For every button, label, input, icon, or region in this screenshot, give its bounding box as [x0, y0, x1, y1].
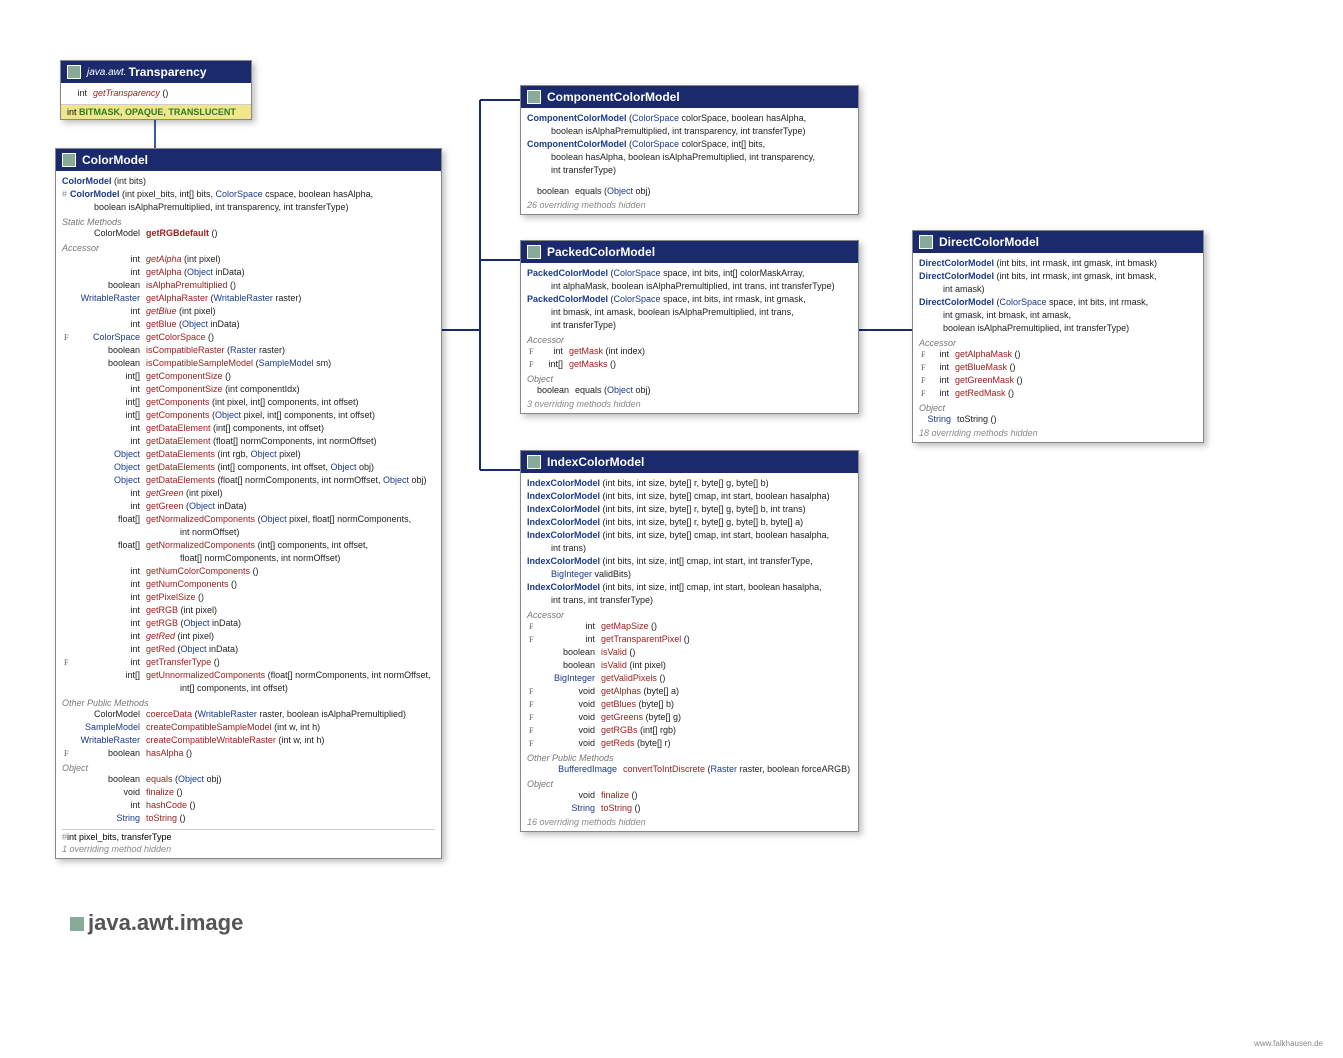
direct-box: DirectColorModel DirectColorModel (int b…	[912, 230, 1204, 443]
class-icon	[527, 455, 541, 469]
direct-header: DirectColorModel	[913, 231, 1203, 253]
class-icon	[919, 235, 933, 249]
transparency-box: java.awt.Transparency intgetTransparency…	[60, 60, 252, 120]
packed-header: PackedColorModel	[521, 241, 858, 263]
class-icon	[62, 153, 76, 167]
packed-box: PackedColorModel PackedColorModel (Color…	[520, 240, 859, 414]
package-icon	[70, 917, 84, 931]
index-box: IndexColorModel IndexColorModel (int bit…	[520, 450, 859, 832]
transparency-header: java.awt.Transparency	[61, 61, 251, 83]
class-icon	[527, 245, 541, 259]
class-icon	[527, 90, 541, 104]
interface-icon	[67, 65, 81, 79]
component-box: ComponentColorModel ComponentColorModel …	[520, 85, 859, 215]
index-header: IndexColorModel	[521, 451, 858, 473]
colormodel-header: ColorModel	[56, 149, 441, 171]
colormodel-box: ColorModel ColorModel (int bits) #ColorM…	[55, 148, 442, 859]
package-label: java.awt.image	[70, 910, 243, 936]
footer-link[interactable]: www.falkhausen.de	[1254, 1039, 1323, 1048]
component-header: ComponentColorModel	[521, 86, 858, 108]
